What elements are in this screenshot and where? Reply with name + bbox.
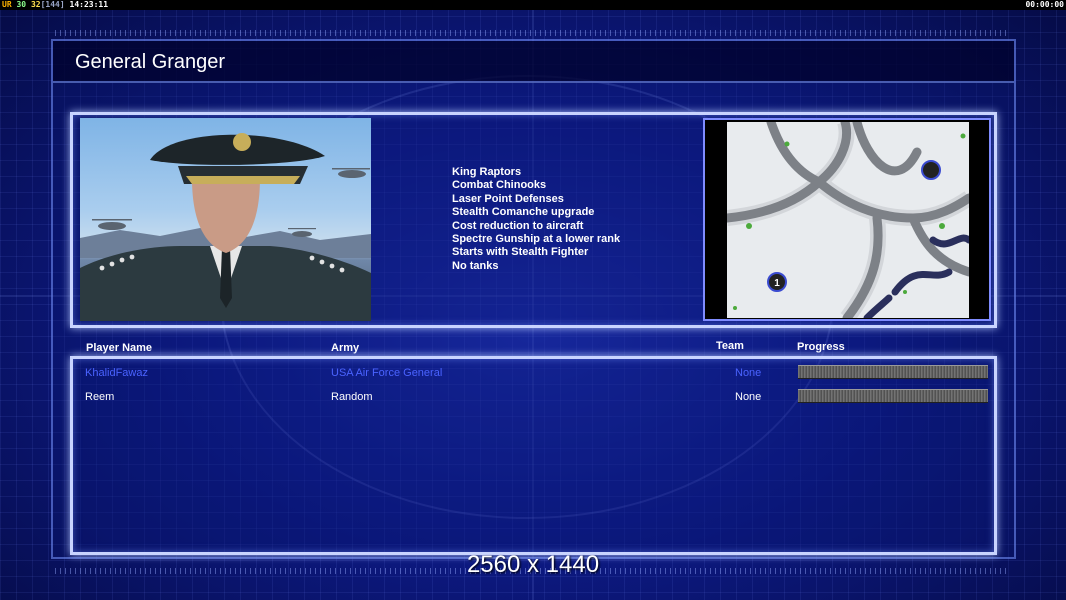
feature-item: Cost reduction to aircraft xyxy=(452,219,584,232)
page-title: General Granger xyxy=(75,51,226,73)
feature-item: Combat Chinooks xyxy=(452,179,547,192)
map-roads-shadow xyxy=(727,122,969,318)
column-header-team: Team xyxy=(716,340,744,352)
map-start-number: 1 xyxy=(774,278,780,289)
map-start-position-1[interactable]: 1 xyxy=(767,272,787,292)
column-header-army: Army xyxy=(331,342,360,354)
map-terrain: 1 xyxy=(727,122,969,318)
resolution-label: 2560 x 1440 xyxy=(466,551,600,578)
player-progress-bar xyxy=(798,389,988,403)
portrait-tie xyxy=(220,248,232,308)
hud-clock: 14:23:11 xyxy=(69,0,109,9)
player-progress-bar xyxy=(798,365,988,379)
player-name: Reem xyxy=(85,391,115,403)
hud-ur-label: UR xyxy=(2,0,12,9)
feature-item: Stealth Comanche upgrade xyxy=(452,206,595,219)
player-name: KhalidFawaz xyxy=(85,367,148,379)
performance-overlay: UR 30 32[144] 14:23:11 00:00:00 xyxy=(0,0,1066,10)
column-header-progress: Progress xyxy=(797,341,845,353)
player-team: None xyxy=(735,367,762,379)
general-portrait xyxy=(80,118,371,321)
portrait-cap-badge xyxy=(233,133,251,151)
map-start-position-enemy xyxy=(921,160,941,180)
hud-timer: 00:00:00 xyxy=(1025,0,1064,9)
hud-fps: 30 xyxy=(16,0,27,9)
map-preview: 1 xyxy=(703,118,991,321)
general-feature-list: King Raptors Combat Chinooks Laser Point… xyxy=(452,166,620,273)
player-army: USA Air Force General xyxy=(331,367,443,379)
portrait-cap-braid xyxy=(186,176,300,184)
hud-fps-target: 32 xyxy=(30,0,41,9)
players-panel xyxy=(70,356,997,555)
player-army: Random xyxy=(331,391,373,403)
title-bar: General Granger xyxy=(53,41,1014,83)
feature-item: Laser Point Defenses xyxy=(452,192,564,205)
tick-strip-top xyxy=(55,30,1010,36)
hud-refresh: [144] xyxy=(40,0,65,9)
feature-item: Spectre Gunship at a lower rank xyxy=(452,233,621,246)
feature-item: Starts with Stealth Fighter xyxy=(452,246,589,259)
feature-item: King Raptors xyxy=(452,166,522,178)
column-header-player-name: Player Name xyxy=(86,342,153,354)
feature-item: No tanks xyxy=(452,259,499,272)
player-team: None xyxy=(735,391,762,403)
